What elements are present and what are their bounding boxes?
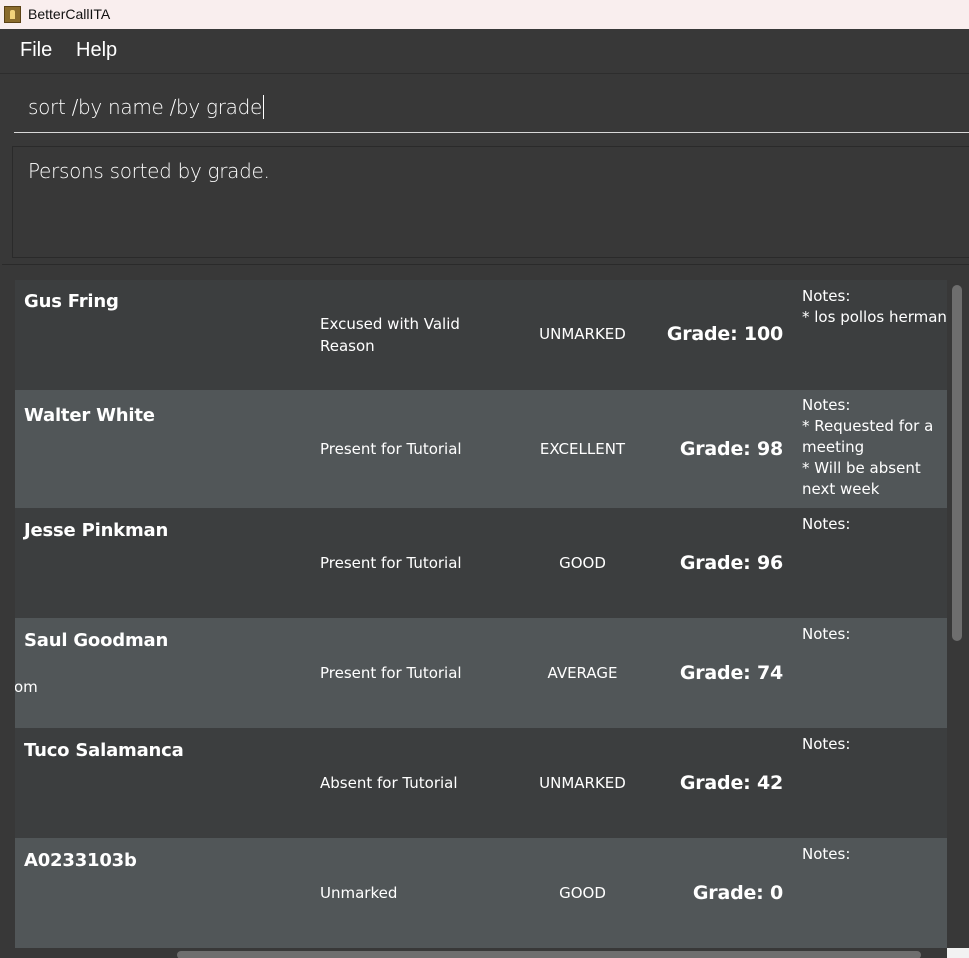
- result-display: Persons sorted by grade.: [12, 146, 969, 258]
- command-box-panel: sort /by name /by grade: [0, 73, 969, 139]
- notes-label: Notes:: [802, 396, 851, 414]
- window-title: BetterCallITA: [28, 6, 111, 22]
- person-name: A0233103b: [24, 850, 137, 871]
- grade-label: Grade: 42: [679, 772, 783, 794]
- notes-section: Notes:: [802, 624, 947, 645]
- menu-bar: File Help: [0, 29, 969, 73]
- grade-label: Grade: 100: [666, 323, 783, 345]
- grade-label: Grade: 0: [692, 882, 783, 904]
- notes-section: Notes: * los pollos hermanos: [802, 286, 947, 328]
- attendance-status: Absent for Tutorial: [320, 774, 458, 792]
- scrollbar-corner: [947, 948, 969, 958]
- grade-label: Grade: 96: [679, 552, 783, 574]
- clipped-email-fragment: om: [15, 678, 38, 696]
- grade-label: Grade: 74: [679, 662, 783, 684]
- note-item: * los pollos hermanos: [802, 308, 947, 326]
- attendance-status: Excused with Valid Reason: [320, 315, 460, 355]
- notes-label: Notes:: [802, 515, 851, 533]
- notes-label: Notes:: [802, 845, 851, 863]
- notes-label: Notes:: [802, 625, 851, 643]
- person-name: Walter White: [24, 405, 155, 426]
- participation-level: UNMARKED: [539, 325, 626, 343]
- person-name: Gus Fring: [24, 291, 119, 312]
- menu-file[interactable]: File: [20, 39, 52, 62]
- grade-label: Grade: 98: [679, 438, 783, 460]
- notes-section: Notes:: [802, 734, 947, 755]
- notes-section: Notes:: [802, 514, 947, 535]
- notes-section: Notes: * Requested for a meeting * Will …: [802, 395, 947, 500]
- horizontal-scrollbar-thumb[interactable]: [177, 951, 921, 958]
- notes-section: Notes:: [802, 844, 947, 865]
- attendance-status: Present for Tutorial: [320, 664, 462, 682]
- vertical-scrollbar-thumb[interactable]: [952, 285, 962, 641]
- attendance-status: Present for Tutorial: [320, 440, 462, 458]
- participation-level: UNMARKED: [539, 774, 626, 792]
- text-caret: [263, 95, 264, 119]
- note-item: * Will be absent next week: [802, 459, 921, 498]
- attendance-status: Present for Tutorial: [320, 554, 462, 572]
- attendance-status: Unmarked: [320, 884, 398, 902]
- participation-level: GOOD: [559, 884, 606, 902]
- person-card[interactable]: Jesse Pinkman Present for Tutorial GOOD …: [15, 508, 947, 618]
- app-icon: [4, 6, 21, 23]
- person-card[interactable]: A0233103b Unmarked GOOD Grade: 0 Notes:: [15, 838, 947, 948]
- person-card[interactable]: Tuco Salamanca Absent for Tutorial UNMAR…: [15, 728, 947, 838]
- command-input-text: sort /by name /by grade: [28, 95, 264, 119]
- person-list[interactable]: Gus Fring Excused with Valid Reason UNMA…: [15, 280, 947, 948]
- title-bar: BetterCallITA: [0, 0, 969, 29]
- person-card[interactable]: Walter White Present for Tutorial EXCELL…: [15, 390, 947, 508]
- notes-label: Notes:: [802, 287, 851, 305]
- participation-level: EXCELLENT: [539, 440, 626, 458]
- command-input[interactable]: sort /by name /by grade: [14, 75, 969, 133]
- person-card[interactable]: Saul Goodman Present for Tutorial AVERAG…: [15, 618, 947, 728]
- person-name: Jesse Pinkman: [24, 520, 169, 541]
- person-card[interactable]: Gus Fring Excused with Valid Reason UNMA…: [15, 280, 947, 390]
- person-name: Tuco Salamanca: [24, 740, 184, 761]
- notes-label: Notes:: [802, 735, 851, 753]
- menu-help[interactable]: Help: [76, 39, 117, 62]
- result-message: Persons sorted by grade.: [28, 159, 270, 183]
- note-item: * Requested for a meeting: [802, 417, 934, 456]
- person-list-panel: Gus Fring Excused with Valid Reason UNMA…: [2, 264, 969, 958]
- participation-level: GOOD: [559, 554, 606, 572]
- person-name: Saul Goodman: [24, 630, 169, 651]
- command-input-value: sort /by name /by grade: [28, 95, 262, 119]
- participation-level: AVERAGE: [547, 664, 618, 682]
